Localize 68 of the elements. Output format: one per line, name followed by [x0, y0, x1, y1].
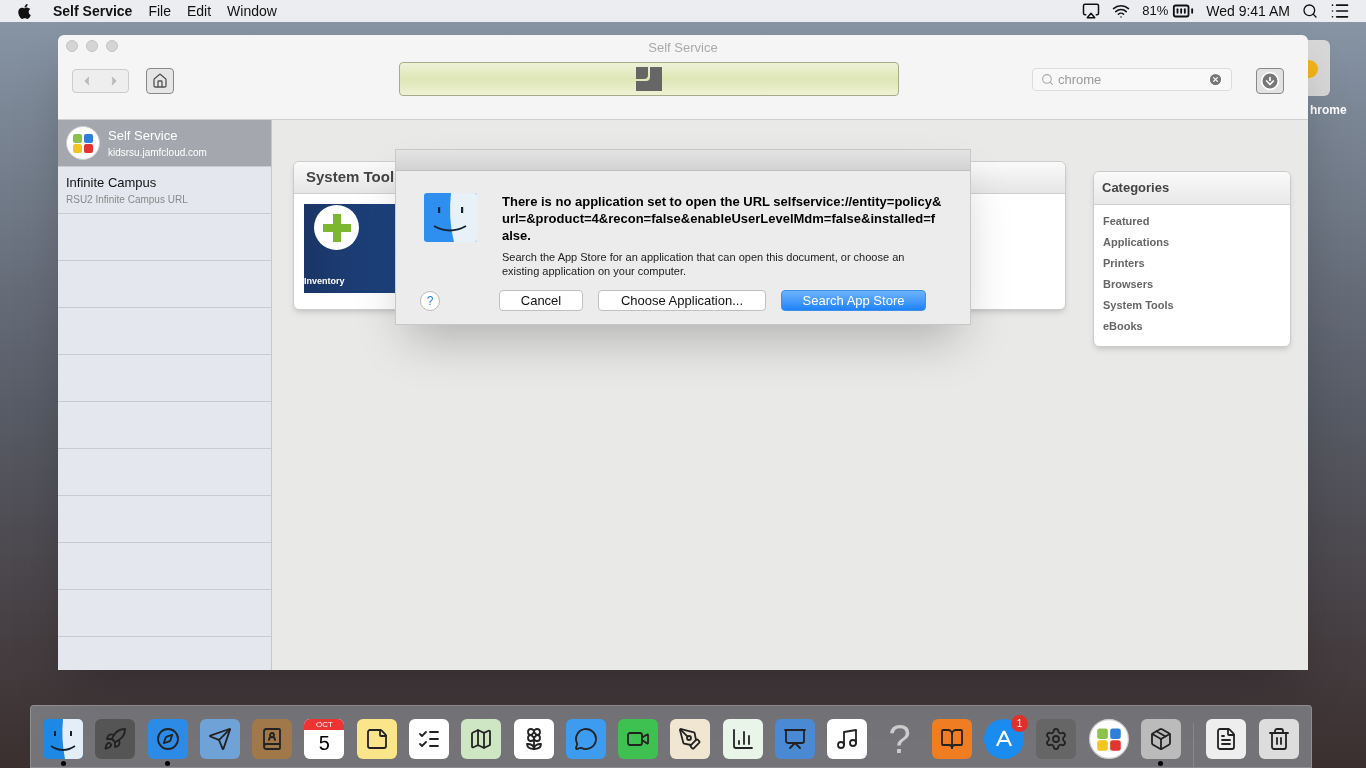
installer-app-icon[interactable]	[1140, 719, 1181, 759]
contacts-app-icon[interactable]	[252, 719, 293, 759]
notes-app-icon[interactable]	[356, 719, 397, 759]
facetime-app-icon[interactable]	[618, 719, 659, 759]
category-link[interactable]: eBooks	[1103, 319, 1281, 334]
numbers-app-icon[interactable]	[722, 719, 763, 759]
tile-label: Inventory	[304, 274, 346, 288]
category-link[interactable]: Browsers	[1103, 277, 1281, 292]
dialog-button[interactable]: Choose Application...	[598, 290, 766, 311]
category-link[interactable]: Applications	[1103, 235, 1281, 250]
self-service-app-icon[interactable]	[1088, 719, 1129, 759]
wifi-icon[interactable]	[1112, 2, 1131, 20]
apple-menu-icon[interactable]	[16, 2, 33, 20]
search-icon	[1041, 73, 1054, 86]
sidebar-item-title: Self Service	[108, 126, 179, 145]
category-link[interactable]: System Tools	[1103, 298, 1281, 313]
sidebar-item[interactable]: Infinite Campus RSU2 Infinite Campus URL	[58, 167, 271, 214]
notification-badge: 1	[1011, 715, 1029, 732]
launchpad-app-icon[interactable]	[95, 719, 136, 759]
pages-app-icon[interactable]	[670, 719, 711, 759]
menu-item[interactable]: File	[148, 0, 171, 22]
document-app-icon[interactable]	[1206, 719, 1247, 759]
clear-search-icon[interactable]	[1208, 72, 1223, 87]
finder-face-icon[interactable]	[43, 719, 83, 759]
downloads-button[interactable]	[1256, 68, 1284, 94]
section-title: System Tool	[306, 167, 395, 188]
desktop-icon-label[interactable]: hrome	[1310, 101, 1347, 119]
menu-app-name[interactable]: Self Service	[53, 0, 133, 22]
home-icon	[152, 73, 168, 89]
sidebar-item-title: Infinite Campus	[66, 173, 158, 192]
photos-app-icon[interactable]	[513, 719, 554, 759]
category-link[interactable]: Featured	[1103, 214, 1281, 229]
help-button[interactable]: ?	[420, 290, 440, 311]
calendar-icon[interactable]: OCT 5	[304, 719, 345, 759]
search-icon[interactable]	[1302, 3, 1318, 19]
trash-app-icon[interactable]	[1258, 719, 1299, 759]
app-store-icon[interactable]	[984, 719, 1025, 759]
self-service-logo-icon	[66, 126, 100, 160]
dialog-button[interactable]: Cancel	[499, 290, 583, 311]
categories-title: Categories	[1102, 179, 1170, 198]
books-app-icon[interactable]	[931, 719, 972, 759]
music-app-icon[interactable]	[827, 719, 868, 759]
notification-list-icon[interactable]	[1330, 1, 1350, 21]
maps-app-icon[interactable]	[461, 719, 502, 759]
preferences-app-icon[interactable]	[1036, 719, 1077, 759]
messages-app-icon[interactable]	[565, 719, 606, 759]
airplay-icon[interactable]	[1082, 2, 1101, 20]
alert-message: There is no application set to open the URL selfservice://entity=policy&url=&product=4&recon=false&enableUserLevelMdm=false&installed=false.	[502, 193, 942, 244]
window-title: Self Service	[648, 39, 718, 57]
category-link[interactable]: Printers	[1103, 256, 1281, 271]
calendar-month: OCT	[304, 719, 345, 730]
sidebar-item-subtitle: RSU2 Infinite Campus URL	[66, 193, 188, 208]
clock[interactable]: Wed 9:41 AM	[1206, 0, 1290, 22]
keynote-app-icon[interactable]	[774, 719, 815, 759]
calendar-day: 5	[318, 730, 330, 756]
battery-percent: 81%	[1142, 2, 1169, 21]
reminders-app-icon[interactable]	[408, 719, 449, 759]
finder-icon	[424, 193, 477, 242]
home-button[interactable]	[146, 68, 174, 94]
cross-logo-icon	[321, 212, 352, 243]
sidebar-item-subtitle: kidsrsu.jamfcloud.com	[108, 146, 207, 161]
self-service-logo-icon	[1088, 719, 1129, 759]
mail-app-icon[interactable]	[199, 719, 240, 759]
inventory-tile[interactable]: Inventory	[304, 204, 396, 293]
menu-item[interactable]: Window	[227, 0, 277, 22]
menu-item[interactable]: Edit	[186, 0, 212, 22]
alert-detail: Search the App Store for an application that can open this document, or choose an existing application on your computer.	[502, 250, 906, 278]
safari-app-icon[interactable]	[147, 719, 188, 759]
